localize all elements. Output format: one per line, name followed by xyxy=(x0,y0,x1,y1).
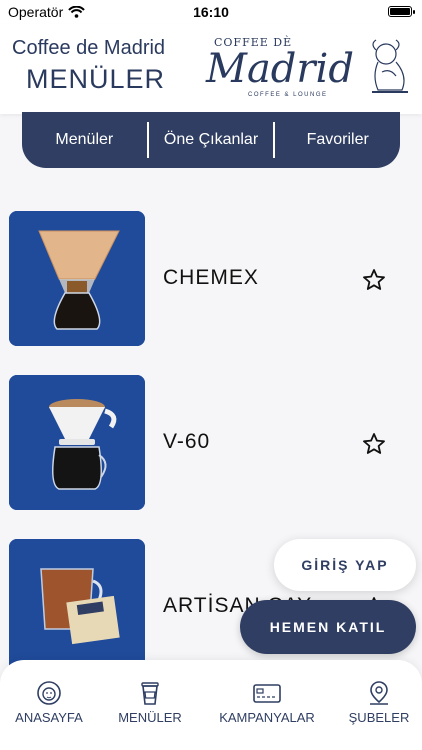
page-title: MENÜLER xyxy=(26,64,166,94)
page-header: Coffee de Madrid MENÜLER COFFEE DÈ Madri… xyxy=(0,24,422,114)
map-pin-icon xyxy=(370,681,388,705)
bottom-tab-bar: ANASAYFA MENÜLER KAMPANYALAR ŞUBELER xyxy=(0,660,422,750)
list-item-v60[interactable]: V-60 xyxy=(0,360,422,524)
favorite-star-icon[interactable] xyxy=(362,268,386,292)
brand-name: Coffee de Madrid xyxy=(12,37,166,59)
tab-kampanyalar[interactable]: KAMPANYALAR xyxy=(212,680,322,725)
segment-favoriler[interactable]: Favoriler xyxy=(275,131,400,149)
battery-icon xyxy=(388,6,415,17)
card-icon xyxy=(253,684,281,703)
lion-icon xyxy=(37,681,61,705)
item-name: V-60 xyxy=(163,430,211,453)
favorite-star-icon[interactable] xyxy=(362,432,386,456)
segment-menuler[interactable]: Menüler xyxy=(22,131,147,149)
lion-emblem-icon xyxy=(372,39,408,93)
login-button[interactable]: GİRİŞ YAP xyxy=(274,539,416,591)
coffee-de-madrid-logo: COFFEE DÈ Madrid COFFEE & LOUNGE xyxy=(205,35,408,98)
tab-menuler[interactable]: MENÜLER xyxy=(110,680,190,725)
logo-script-text: Madrid xyxy=(205,46,354,92)
logo-bottom-text: COFFEE & LOUNGE xyxy=(248,92,328,98)
item-name: CHEMEX xyxy=(163,266,259,289)
tab-anasayfa[interactable]: ANASAYFA xyxy=(10,680,88,725)
join-now-button[interactable]: HEMEN KATIL xyxy=(240,600,416,654)
app-screen: Operatör 16:10 Coffee de Madrid MENÜLER … xyxy=(0,0,422,750)
segment-one-cikanlar[interactable]: Öne Çıkanlar xyxy=(149,131,274,149)
status-bar: Operatör 16:10 xyxy=(0,0,422,24)
artisan-tea-photo xyxy=(9,539,145,674)
v60-photo xyxy=(9,375,145,510)
chemex-photo xyxy=(9,211,145,346)
cup-icon xyxy=(141,682,159,705)
tab-label: ANASAYFA xyxy=(15,710,83,725)
menu-segment-nav: Menüler Öne Çıkanlar Favoriler xyxy=(22,112,400,168)
tab-label: ŞUBELER xyxy=(348,710,410,725)
status-time: 16:10 xyxy=(193,4,229,20)
list-item-chemex[interactable]: CHEMEX xyxy=(0,196,422,360)
tab-subeler[interactable]: ŞUBELER xyxy=(342,680,416,725)
tab-label: KAMPANYALAR xyxy=(219,710,315,725)
tab-label: MENÜLER xyxy=(118,710,182,725)
